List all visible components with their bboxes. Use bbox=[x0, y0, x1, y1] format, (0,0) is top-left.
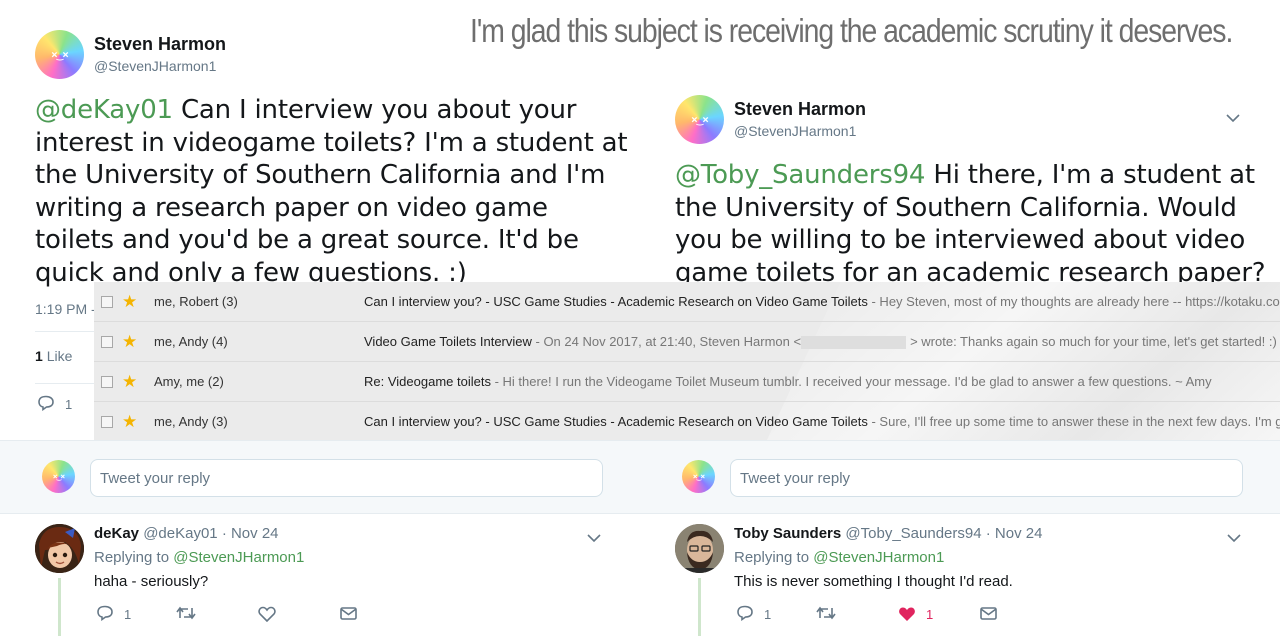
reply-author-name: deKay bbox=[94, 525, 140, 542]
tweet-line: toilets and you'd be a great source. It'… bbox=[35, 225, 579, 255]
reply-icon[interactable] bbox=[736, 605, 754, 626]
avatar[interactable] bbox=[675, 524, 724, 573]
chevron-down-icon[interactable] bbox=[1226, 110, 1240, 126]
email-row[interactable]: ★ me, Robert (3) Can I interview you? - … bbox=[94, 282, 1280, 322]
reply-input[interactable]: Tweet your reply bbox=[730, 459, 1243, 497]
avatar[interactable] bbox=[35, 524, 84, 573]
avatar-face-icon: ×‿× bbox=[52, 471, 65, 481]
reply-handle-date: @deKay01 · Nov 24 bbox=[143, 525, 279, 542]
mention-link[interactable]: @StevenJHarmon1 bbox=[173, 549, 304, 566]
email-subject-line: Can I interview you? - USC Game Studies … bbox=[364, 414, 1280, 429]
replying-to: Replying to @StevenJHarmon1 bbox=[734, 549, 944, 566]
email-list: ★ me, Robert (3) Can I interview you? - … bbox=[94, 282, 1280, 440]
reply-author-name: Toby Saunders bbox=[734, 525, 842, 542]
email-checkbox[interactable] bbox=[101, 415, 113, 428]
email-snippet: > wrote: Thanks again so much for your t… bbox=[910, 333, 1277, 349]
reply-text: This is never something I thought I'd re… bbox=[734, 573, 1013, 590]
reply-text: haha - seriously? bbox=[94, 573, 209, 590]
author-name[interactable]: Steven Harmon bbox=[94, 34, 226, 55]
star-icon[interactable]: ★ bbox=[122, 332, 137, 352]
avatar: ×‿× bbox=[42, 460, 75, 493]
mention-link[interactable]: @deKay01 bbox=[35, 95, 173, 125]
email-checkbox[interactable] bbox=[101, 295, 113, 308]
avatar-face-icon: ×‿× bbox=[51, 48, 69, 61]
email-row[interactable]: ★ Amy, me (2) Re: Videogame toilets - Hi… bbox=[94, 362, 1280, 402]
email-subject: Can I interview you? - USC Game Studies … bbox=[364, 414, 868, 429]
tweet-text: @deKay01 Can I interview you about your … bbox=[35, 94, 628, 289]
mention-link[interactable]: @Toby_Saunders94 bbox=[675, 160, 925, 190]
email-subject-line: Video Game Toilets Interview - On 24 Nov… bbox=[364, 333, 1277, 350]
likes-stat[interactable]: 1 Like bbox=[35, 348, 72, 364]
likes-label: Like bbox=[46, 348, 73, 364]
tweet-text: @Toby_Saunders94 Hi there, I'm a student… bbox=[675, 159, 1266, 289]
tweet-line: Can I interview you about your bbox=[172, 95, 577, 125]
mention-link[interactable]: @StevenJHarmon1 bbox=[813, 549, 944, 566]
replying-prefix: Replying to bbox=[734, 549, 814, 566]
retweet-icon[interactable] bbox=[176, 606, 196, 625]
tweet-line: the University of Southern California. W… bbox=[675, 192, 1237, 223]
tweet-line: writing a research paper on video game bbox=[35, 192, 548, 223]
tweet-timestamp[interactable]: 1:19 PM - bbox=[35, 301, 96, 317]
email-subject-line: Can I interview you? - USC Game Studies … bbox=[364, 294, 1280, 309]
like-count: 1 bbox=[926, 607, 934, 622]
retweet-icon[interactable] bbox=[816, 606, 836, 625]
email-checkbox[interactable] bbox=[101, 375, 113, 388]
email-from: Amy, me (2) bbox=[154, 374, 224, 389]
reply-count: 1 bbox=[65, 397, 73, 412]
redacted-email bbox=[801, 336, 907, 350]
avatar: ×‿× bbox=[682, 460, 715, 493]
email-subject: Video Game Toilets Interview bbox=[364, 333, 532, 349]
avatar-face-icon: ×‿× bbox=[692, 471, 705, 481]
email-subject: Re: Videogame toilets bbox=[364, 374, 491, 389]
author-handle[interactable]: @StevenJHarmon1 bbox=[94, 58, 216, 74]
avatar-face-icon: ×‿× bbox=[691, 113, 709, 126]
star-icon[interactable]: ★ bbox=[122, 372, 137, 392]
reply-author[interactable]: Toby Saunders @Toby_Saunders94 · Nov 24 bbox=[734, 525, 1042, 542]
email-snippet: - Sure, I'll free up some time to answer… bbox=[867, 414, 1280, 429]
author-name[interactable]: Steven Harmon bbox=[734, 99, 866, 120]
star-icon[interactable]: ★ bbox=[122, 412, 137, 432]
divider bbox=[35, 383, 95, 384]
avatar[interactable]: ×‿× bbox=[675, 95, 724, 144]
email-checkbox[interactable] bbox=[101, 335, 113, 348]
email-snippet: - Hi there! I run the Videogame Toilet M… bbox=[490, 374, 1212, 389]
email-subject-line: Re: Videogame toilets - Hi there! I run … bbox=[364, 374, 1212, 389]
tweet-line: you be willing to be interviewed about v… bbox=[675, 225, 1246, 255]
reply-icon[interactable] bbox=[96, 605, 114, 626]
email-from: me, Robert (3) bbox=[154, 294, 238, 309]
reply-handle-date: @Toby_Saunders94 · Nov 24 bbox=[845, 525, 1043, 542]
avatar[interactable]: ×‿× bbox=[35, 30, 84, 79]
mail-icon[interactable] bbox=[980, 607, 997, 625]
reply-count: 1 bbox=[764, 607, 772, 622]
email-row[interactable]: ★ me, Andy (4) Video Game Toilets Interv… bbox=[94, 322, 1280, 362]
caption-text: I'm glad this subject is receiving the a… bbox=[470, 12, 1233, 49]
reply-input[interactable]: Tweet your reply bbox=[90, 459, 603, 497]
email-from: me, Andy (3) bbox=[154, 414, 228, 429]
tweet-line: interest in videogame toilets? I'm a stu… bbox=[35, 127, 628, 158]
author-handle[interactable]: @StevenJHarmon1 bbox=[734, 123, 856, 139]
star-icon[interactable]: ★ bbox=[122, 292, 137, 312]
email-row[interactable]: ★ me, Andy (3) Can I interview you? - US… bbox=[94, 402, 1280, 440]
mail-icon[interactable] bbox=[340, 607, 357, 625]
heart-icon[interactable] bbox=[898, 606, 916, 627]
thread-line bbox=[698, 578, 701, 636]
reply-count: 1 bbox=[124, 607, 132, 622]
tweet-line: the University of Southern California an… bbox=[35, 160, 606, 190]
email-from: me, Andy (4) bbox=[154, 334, 228, 349]
tweet-line: Hi there, I'm a student at bbox=[925, 160, 1255, 190]
email-subject: Can I interview you? - USC Game Studies … bbox=[364, 294, 868, 309]
reply-bar: ×‿× Tweet your reply ×‿× Tweet your repl… bbox=[0, 440, 1280, 514]
reply-author[interactable]: deKay @deKay01 · Nov 24 bbox=[94, 525, 279, 542]
chevron-down-icon[interactable] bbox=[1227, 530, 1241, 546]
likes-count: 1 bbox=[35, 348, 43, 364]
email-snippet: - On 24 Nov 2017, at 21:40, Steven Harmo… bbox=[531, 333, 802, 349]
heart-icon[interactable] bbox=[258, 606, 276, 627]
replying-to: Replying to @StevenJHarmon1 bbox=[94, 549, 304, 566]
divider bbox=[35, 331, 95, 332]
chevron-down-icon[interactable] bbox=[587, 530, 601, 546]
email-snippet: - Hey Steven, most of my thoughts are al… bbox=[867, 294, 1280, 309]
replying-prefix: Replying to bbox=[94, 549, 174, 566]
thread-line bbox=[58, 578, 61, 636]
reply-icon[interactable] bbox=[37, 395, 55, 415]
